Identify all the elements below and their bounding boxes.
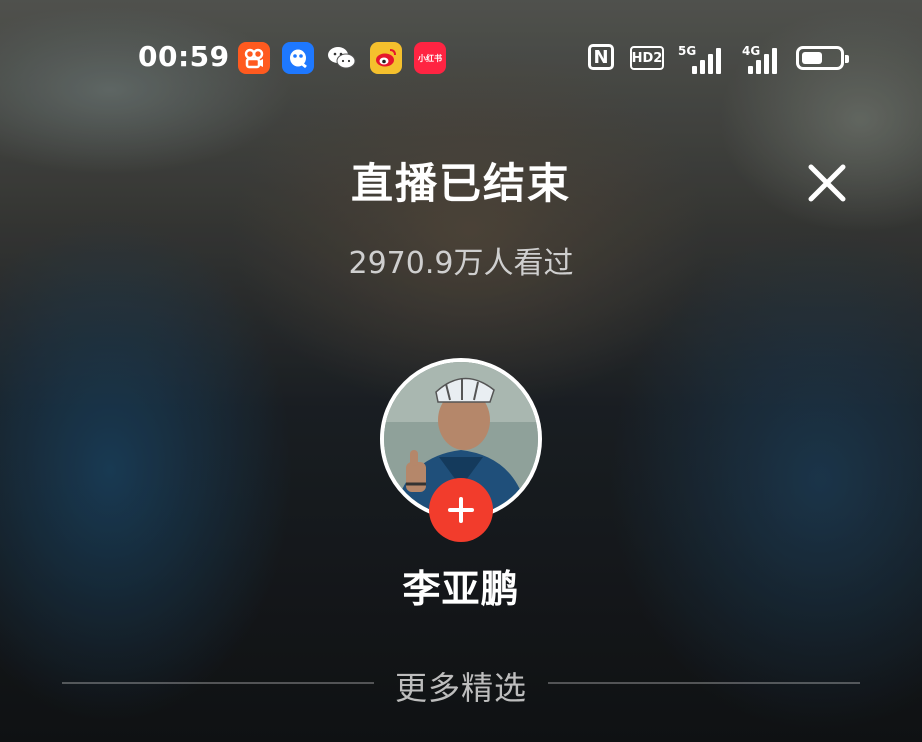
qq-app-icon xyxy=(282,42,314,74)
nfc-icon: N xyxy=(588,44,614,70)
more-picks-label: 更多精选 xyxy=(394,669,527,707)
battery-icon xyxy=(796,46,849,70)
signal-5g-label: 5G xyxy=(678,44,697,58)
kuaishou-app-icon xyxy=(238,42,270,74)
signal-4g-icon: 4G xyxy=(742,44,792,74)
divider-right xyxy=(548,682,860,684)
hd-voice-icon: HD2 xyxy=(630,46,664,70)
status-bar: 00:59 小红书 N HD2 5G 4G xyxy=(0,0,922,120)
close-button[interactable] xyxy=(804,160,850,206)
follow-button[interactable] xyxy=(429,478,493,542)
xiaohongshu-app-icon: 小红书 xyxy=(414,42,446,74)
battery-level xyxy=(802,52,822,64)
weibo-app-icon xyxy=(370,42,402,74)
plus-icon xyxy=(448,497,474,523)
close-icon xyxy=(808,164,846,202)
signal-5g-icon: 5G xyxy=(678,44,728,74)
view-count: 2970.9万人看过 xyxy=(348,246,574,281)
signal-4g-label: 4G xyxy=(742,44,761,58)
live-ended-title: 直播已结束 xyxy=(350,159,571,208)
status-time: 00:59 xyxy=(138,40,230,73)
streamer-name[interactable]: 李亚鹏 xyxy=(0,558,922,613)
wechat-app-icon xyxy=(326,42,358,74)
